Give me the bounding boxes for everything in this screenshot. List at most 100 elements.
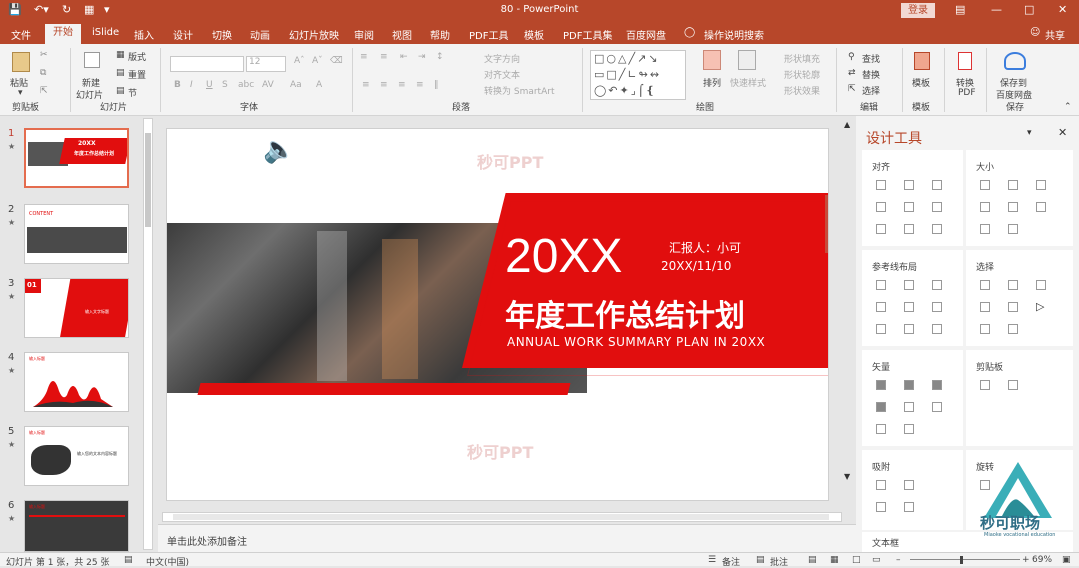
vector-copy-icon[interactable] [904,424,914,434]
spellcheck-icon[interactable]: ▤ [124,555,133,565]
zoom-level[interactable]: 69% [1032,555,1052,565]
tab-baidu-netdisk[interactable]: 百度网盘 [626,27,666,42]
vector-intersect-icon[interactable] [876,402,886,412]
same-height-icon[interactable] [1008,180,1018,190]
slide-title[interactable]: 年度工作总结计划 [505,291,745,335]
slide-thumbnail-4[interactable]: 输入标题 [24,352,129,412]
font-name-combo[interactable] [170,56,244,72]
copy-icon[interactable]: ⧉ [40,68,46,78]
collapse-ribbon-icon[interactable]: ⌃ [1064,102,1072,112]
reading-view-icon[interactable]: □ [852,555,861,565]
size-fit-icon[interactable] [1036,202,1046,212]
language-indicator[interactable]: 中文(中国) [146,555,189,568]
slide-thumbnail-3[interactable]: 01 输入文字标题 [24,278,129,338]
decrease-indent-icon[interactable]: ⇤ [400,52,408,62]
zoom-out-icon[interactable]: – [896,555,901,565]
tab-slideshow[interactable]: 幻灯片放映 [289,27,339,42]
arrange-button[interactable]: 排列 [703,76,721,89]
maximize-icon[interactable]: □ [1024,3,1034,16]
guide-middle-icon[interactable] [904,302,914,312]
guide-stretch-h-icon[interactable] [876,324,886,334]
align-top-icon[interactable] [876,202,886,212]
arrange-icon[interactable] [703,50,721,70]
panel-menu-icon[interactable]: ▾ [1027,128,1032,138]
vector-union-icon[interactable] [876,380,886,390]
select-same-icon[interactable] [980,280,990,290]
tab-template[interactable]: 模板 [524,27,544,42]
shape-outline-button[interactable]: 形状轮廓 [784,68,820,81]
convert-pdf-button-line2[interactable]: PDF [958,88,976,98]
new-slide-button-line2[interactable]: 幻灯片 [76,88,103,101]
snap-top-icon[interactable] [876,502,886,512]
line-spacing-icon[interactable]: ↕ [436,52,444,62]
distribute-v-icon[interactable] [904,224,914,234]
scroll-thumb[interactable] [145,133,151,227]
section-button[interactable]: 节 [128,86,137,99]
italic-button[interactable]: I [190,80,193,90]
clear-format-icon[interactable]: ⌫ [330,56,343,66]
speaker-icon[interactable]: 🔈 [263,135,295,165]
justify-icon[interactable]: ≡ [416,80,424,90]
paste-dropdown-icon[interactable]: ▾ [18,88,23,98]
align-right-icon[interactable] [932,180,942,190]
copy-style-icon[interactable] [980,380,990,390]
quick-styles-icon[interactable] [738,50,756,70]
guide-fill-icon[interactable] [932,324,942,334]
tell-me-search[interactable]: 操作说明搜索 [704,27,764,42]
zoom-slider[interactable] [910,559,1020,560]
panel-close-icon[interactable]: ✕ [1058,126,1067,139]
cloud-save-icon[interactable] [1004,52,1026,70]
template-button[interactable]: 模板 [912,76,930,89]
tab-help[interactable]: 帮助 [430,27,450,42]
fit-to-window-icon[interactable]: ▣ [1062,555,1071,565]
current-slide[interactable]: 🔈 秒可PPT 秒可PPT 20XX 汇报人：小可 20XX/11/10 年度工… [166,128,829,501]
slide-thumbnail-1[interactable]: 20XX 年度工作总结计划 [24,128,129,188]
tab-islide[interactable]: iSlide [92,27,119,38]
login-button[interactable]: 登录 [901,3,935,18]
align-center-icon[interactable]: ≡ [380,80,388,90]
paste-icon[interactable] [12,52,30,72]
align-left-icon[interactable] [876,180,886,190]
tab-review[interactable]: 审阅 [354,27,374,42]
shrink-font-icon[interactable]: Aˇ [312,56,323,66]
vector-fragment-icon[interactable] [932,380,942,390]
guide-bottom-icon[interactable] [932,302,942,312]
layout-button[interactable]: 版式 [128,50,146,63]
align-text-button[interactable]: 对齐文本 [484,68,520,81]
spacing-button[interactable]: AV [262,80,274,90]
strike-button[interactable]: S [222,80,228,90]
guide-left-icon[interactable] [876,280,886,290]
replace-button[interactable]: 替换 [862,68,880,81]
select-grid-icon[interactable] [1008,324,1018,334]
size-right-icon[interactable] [1008,202,1018,212]
bullets-icon[interactable]: ≡ [360,52,368,62]
scroll-down-icon[interactable]: ▼ [844,472,850,481]
align-center-icon[interactable] [904,180,914,190]
shape-fill-button[interactable]: 形状填充 [784,52,820,65]
font-size-combo[interactable]: 12 [246,56,286,72]
shapes-gallery[interactable]: □○△╱↗↘ ▭□╱∟↬↭ ◯↶✦⌟⌠❴ [590,50,686,100]
cut-icon[interactable]: ✂ [40,50,48,60]
select-type-icon[interactable] [1008,280,1018,290]
thumbnails-scrollbar[interactable] [143,118,153,550]
tab-pdf-toolset[interactable]: PDF工具集 [563,27,612,42]
case-button[interactable]: Aa [290,80,302,90]
tab-animations[interactable]: 动画 [250,27,270,42]
size-bottom-icon[interactable] [1008,224,1018,234]
paste-style-icon[interactable] [1008,380,1018,390]
underline-button[interactable]: U [206,80,213,90]
align-left-icon[interactable]: ≡ [362,80,370,90]
slide-thumbnail-2[interactable]: CONTENT [24,204,129,264]
select-color-icon[interactable] [1036,280,1046,290]
numbering-icon[interactable]: ≡ [380,52,388,62]
columns-icon[interactable]: ‖ [434,80,439,90]
minimize-icon[interactable]: — [991,3,1002,16]
distribute-h-icon[interactable] [876,224,886,234]
guide-top-icon[interactable] [876,302,886,312]
h-scroll-thumb[interactable] [173,514,829,520]
comments-toggle[interactable]: 批注 [770,555,788,568]
same-width-icon[interactable] [980,180,990,190]
select-under-icon[interactable] [980,324,990,334]
horizontal-scrollbar[interactable] [162,512,842,522]
shadow-button[interactable]: abc [238,80,254,90]
